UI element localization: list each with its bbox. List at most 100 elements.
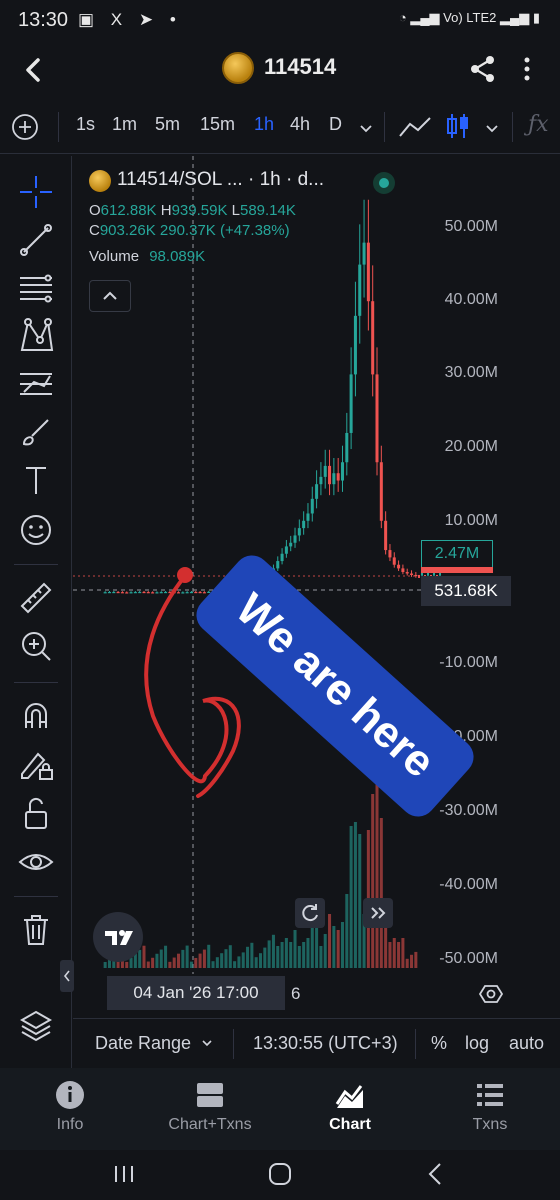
system-back-button[interactable] — [420, 1158, 452, 1190]
bar-divider — [233, 1029, 234, 1059]
chart-style-dropdown[interactable] — [482, 118, 502, 138]
token-title: 114514 — [264, 54, 337, 79]
smiley-icon — [21, 515, 51, 545]
tab-info[interactable]: Info — [0, 1068, 140, 1150]
date-range-dropdown[interactable] — [199, 1035, 215, 1051]
signal-icon: ▂▄▆ — [410, 10, 444, 25]
interval-4h[interactable]: 4h — [290, 114, 310, 135]
sidebar-divider — [14, 682, 58, 683]
percent-scale-toggle[interactable]: % — [431, 1033, 447, 1054]
tab-chart[interactable]: Chart — [280, 1068, 420, 1150]
tab-txns[interactable]: Txns — [420, 1068, 560, 1150]
trend-line-tool[interactable] — [14, 218, 58, 262]
chart-bottom-bar: Date Range 13:30:55 (UTC+3) % log auto — [73, 1018, 560, 1068]
magnet-icon — [25, 703, 47, 728]
recents-icon — [115, 1166, 133, 1182]
date-range-button[interactable]: Date Range — [95, 1033, 191, 1054]
back-arrow-icon — [26, 58, 40, 82]
ruler-icon — [20, 582, 52, 614]
plus-circle-icon — [12, 114, 38, 140]
back-chevron-icon — [428, 1163, 441, 1185]
add-indicator-button[interactable] — [10, 112, 40, 142]
tab-label: Chart — [329, 1116, 371, 1133]
status-time: 13:30 — [18, 9, 69, 31]
annotation-marker-dot — [177, 567, 193, 583]
lock-all-tool[interactable] — [14, 792, 58, 836]
interval-dropdown[interactable] — [356, 118, 376, 138]
pencil-lock-icon — [21, 752, 53, 780]
chart-style-line[interactable] — [398, 112, 432, 142]
chevron-left-icon — [63, 970, 70, 982]
app-header: 114514 — [0, 40, 560, 98]
interval-15m[interactable]: 15m — [200, 114, 235, 135]
drawing-tools-sidebar — [0, 156, 74, 1068]
interval-1m[interactable]: 1m — [112, 114, 137, 135]
tab-label: Info — [56, 1116, 84, 1133]
prediction-tool[interactable] — [14, 362, 58, 406]
indicators-fx-icon[interactable]: ƒx — [528, 112, 556, 142]
emoji-tool[interactable] — [14, 508, 58, 552]
timezone-clock[interactable]: 13:30:55 (UTC+3) — [253, 1033, 398, 1054]
tab-label: Chart+Txns — [168, 1116, 252, 1133]
list-icon — [477, 1084, 503, 1106]
system-navigation-bar — [0, 1150, 560, 1200]
interval-5m[interactable]: 5m — [155, 114, 180, 135]
layers-icon — [19, 1010, 53, 1042]
delete-drawings-tool[interactable] — [14, 908, 58, 952]
toolbar-divider — [384, 112, 385, 142]
horizontal-lines-tool[interactable] — [14, 266, 58, 310]
time-axis: 04 Jan '26 17:00 6 — [73, 974, 560, 1014]
log-scale-toggle[interactable]: log — [465, 1033, 489, 1054]
interval-d[interactable]: D — [329, 114, 342, 135]
recent-apps-button[interactable] — [108, 1158, 140, 1190]
info-icon — [56, 1081, 84, 1109]
crosshair-tool[interactable] — [14, 170, 58, 214]
zoom-tool[interactable] — [14, 624, 58, 668]
brush-tool[interactable] — [14, 410, 58, 454]
split-view-icon — [197, 1083, 223, 1107]
object-tree-tool[interactable] — [14, 1004, 58, 1048]
chart-style-candles[interactable] — [444, 110, 472, 142]
chart-icon — [335, 1085, 363, 1108]
sidebar-collapse-handle[interactable] — [60, 960, 74, 992]
bar-divider — [415, 1029, 416, 1059]
toolbar-divider — [512, 112, 513, 142]
network-label: Vo) LTE2 — [443, 10, 497, 25]
chevron-down-icon — [202, 1040, 212, 1047]
tab-chart-txns[interactable]: Chart+Txns — [140, 1068, 280, 1150]
annotation-arrow — [144, 567, 241, 798]
forecast-icon — [20, 373, 52, 395]
interval-1h[interactable]: 1h — [254, 114, 274, 135]
chart-settings-button[interactable] — [477, 980, 505, 1008]
trend-line-icon — [20, 224, 52, 256]
share-button[interactable] — [466, 52, 500, 86]
interval-1s[interactable]: 1s — [76, 114, 95, 135]
share-icon — [471, 56, 494, 82]
measure-tool[interactable] — [14, 576, 58, 620]
more-vertical-icon — [524, 57, 530, 81]
hide-drawings-tool[interactable] — [14, 840, 58, 884]
price-chart[interactable]: 114514/SOL ... · 1h · d... O612.88K H939… — [73, 156, 560, 974]
unlock-icon — [25, 797, 47, 829]
line-chart-icon — [399, 117, 431, 137]
magnet-tool[interactable] — [14, 694, 58, 738]
chevron-down-icon — [486, 125, 498, 133]
back-button[interactable] — [14, 50, 54, 90]
chart-toolbar: 1s 1m 5m 15m 1h 4h D ƒx — [0, 100, 560, 154]
home-icon — [269, 1163, 291, 1185]
trash-icon — [24, 915, 48, 945]
auto-scale-toggle[interactable]: auto — [509, 1033, 544, 1054]
home-button[interactable] — [264, 1158, 296, 1190]
sidebar-divider — [14, 896, 58, 897]
more-menu-button[interactable] — [514, 52, 540, 86]
candlestick-icon — [447, 114, 468, 138]
chevron-down-icon — [360, 125, 372, 133]
token-avatar — [222, 52, 254, 84]
pattern-tool[interactable] — [14, 314, 58, 358]
brush-icon — [22, 419, 49, 446]
lock-drawings-tool[interactable] — [14, 742, 58, 786]
text-tool[interactable] — [14, 458, 58, 502]
toolbar-divider — [58, 112, 59, 142]
notification-icons: ▣ X ➤ • — [78, 10, 182, 29]
eye-icon — [18, 854, 54, 870]
